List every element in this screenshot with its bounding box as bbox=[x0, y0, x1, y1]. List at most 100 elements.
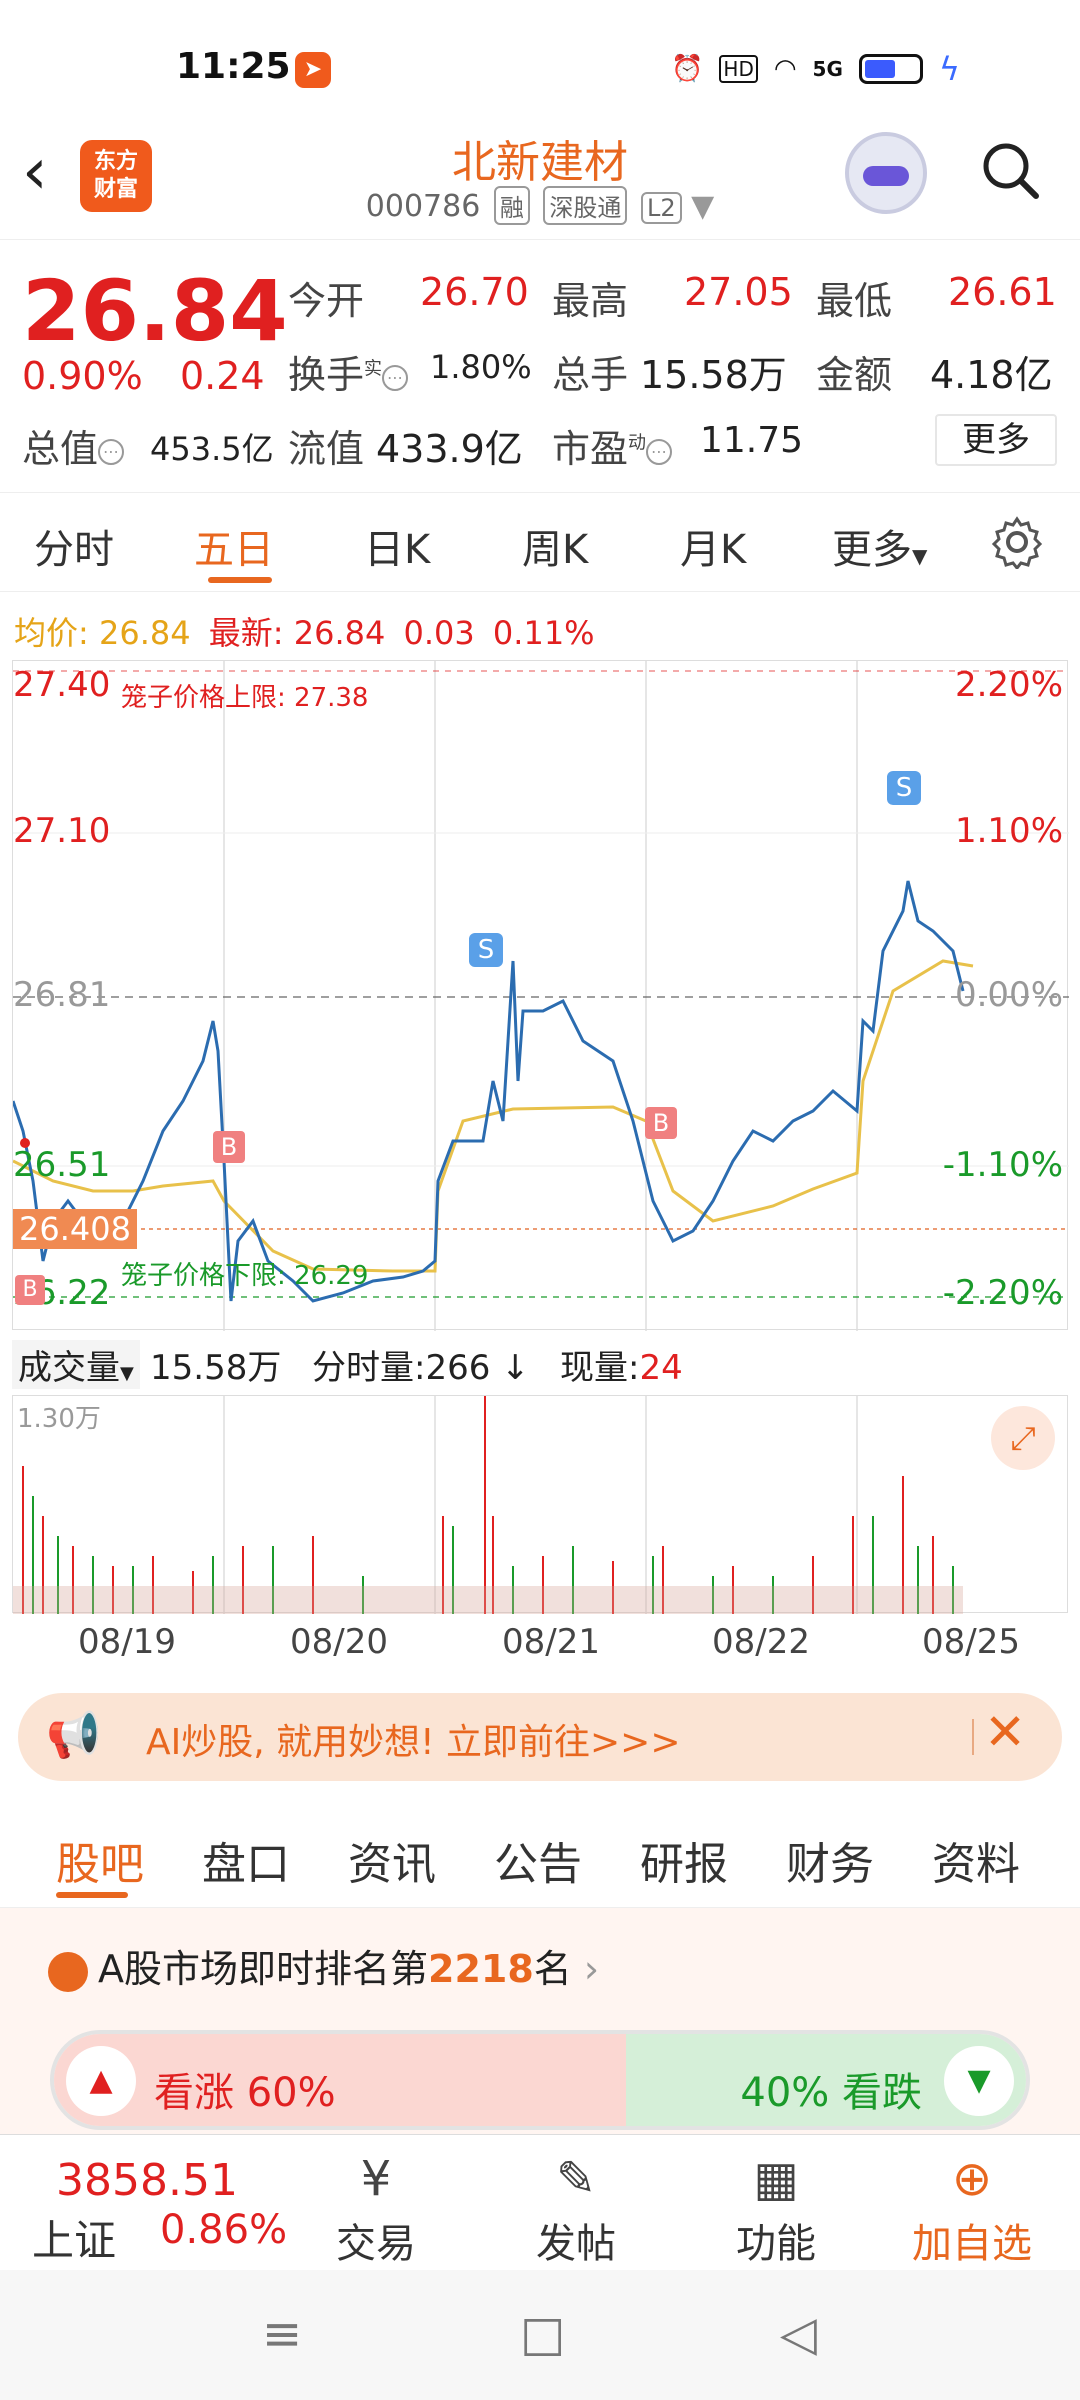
index-pct: 0.86% bbox=[160, 2207, 288, 2253]
tab-finance[interactable]: 财务 bbox=[786, 1828, 874, 1892]
open-label: 今开 bbox=[288, 279, 365, 323]
y-pct-high: 2.20% bbox=[954, 665, 1063, 705]
high-value: 27.05 bbox=[684, 270, 793, 314]
arrow-up-icon[interactable]: ▲ bbox=[66, 2046, 136, 2116]
info-icon[interactable]: ⋯ bbox=[98, 438, 125, 465]
amount-label: 金额 bbox=[816, 353, 893, 397]
nav-add-watchlist[interactable]: ⊕ 加自选 bbox=[912, 2147, 1032, 2269]
ai-robot-avatar[interactable] bbox=[845, 132, 927, 214]
yen-circle-icon: ¥ bbox=[360, 2151, 392, 2207]
date-label: 08/19 bbox=[78, 1622, 176, 1662]
tab-research[interactable]: 研报 bbox=[640, 1828, 728, 1892]
bottom-nav: 3858.51 上证 0.86% ¥ 交易 ✎ 发帖 ▦ 功能 ⊕ 加自选 bbox=[0, 2134, 1080, 2270]
y-label-prev-close: 26.81 bbox=[13, 975, 111, 1015]
dropdown-triangle-icon: ▼ bbox=[912, 544, 928, 568]
nav-trade[interactable]: ¥ 交易 bbox=[316, 2147, 436, 2269]
tab-weekly-k[interactable]: 周K bbox=[522, 517, 588, 575]
date-label: 08/22 bbox=[712, 1622, 810, 1662]
back-icon[interactable]: ◁ bbox=[780, 2306, 817, 2362]
tab-profile[interactable]: 资料 bbox=[932, 1828, 1020, 1892]
volume-chart-svg bbox=[13, 1396, 963, 1614]
info-icon[interactable]: ⋯ bbox=[382, 364, 409, 391]
vote-up-label: 看涨 60% bbox=[154, 2070, 336, 2116]
date-label: 08/21 bbox=[502, 1622, 600, 1662]
dropdown-triangle-icon: ▼ bbox=[120, 1363, 134, 1384]
buy-marker[interactable]: B bbox=[15, 1275, 45, 1305]
hd-icon: HD bbox=[719, 55, 758, 83]
volume-header: 成交量▼ 15.58万 分时量:266 ↓ 现量:24 bbox=[12, 1340, 1068, 1390]
amount-value: 4.18亿 bbox=[930, 353, 1053, 397]
change-amount: 0.24 bbox=[180, 354, 265, 398]
tab-intraday[interactable]: 分时 bbox=[34, 517, 114, 575]
volume-value: 15.58万 bbox=[640, 353, 787, 397]
tab-pankou[interactable]: 盘口 bbox=[202, 1828, 290, 1892]
gear-icon[interactable] bbox=[990, 515, 1044, 569]
wifi-icon: ◠ bbox=[773, 54, 797, 84]
edit-icon: ✎ bbox=[555, 2151, 597, 2207]
stock-header: ‹ 东方 财富 北新建材 000786 融 深股通 L2 ▼ bbox=[0, 120, 1080, 240]
home-icon[interactable]: □ bbox=[520, 2306, 565, 2362]
active-tab-underline bbox=[208, 577, 272, 583]
tab-announcements[interactable]: 公告 bbox=[494, 1828, 582, 1892]
float-label: 流值 bbox=[288, 427, 365, 471]
more-button[interactable]: 更多 bbox=[935, 414, 1057, 466]
y-label-mid-low: 26.51 bbox=[13, 1145, 111, 1185]
expand-icon[interactable]: ⤢ bbox=[991, 1406, 1055, 1470]
current-price: 26.84 bbox=[22, 262, 288, 360]
current-volume: 现量:24 bbox=[560, 1348, 683, 1388]
market-rank[interactable]: A股市场即时排名第2218名 › bbox=[48, 1938, 599, 1993]
volume-total: 15.58万 bbox=[150, 1348, 282, 1388]
menu-icon[interactable]: ≡ bbox=[262, 2306, 302, 2362]
status-bar: 11:25 ➤ ⏰ HD ◠ 5G ϟ bbox=[0, 0, 1080, 120]
latest-pct: 0.11% bbox=[492, 614, 595, 652]
float-value: 433.9亿 bbox=[376, 427, 523, 471]
telegram-icon: ➤ bbox=[295, 52, 331, 88]
buy-marker[interactable]: B bbox=[213, 1131, 245, 1163]
tab-monthly-k[interactable]: 月K bbox=[680, 517, 746, 575]
latest-change: 0.03 bbox=[403, 614, 475, 652]
volume-chart[interactable]: 1.30万 ⤢ bbox=[12, 1395, 1068, 1614]
tab-news[interactable]: 资讯 bbox=[348, 1828, 436, 1892]
date-label: 08/25 bbox=[922, 1622, 1020, 1662]
search-icon[interactable] bbox=[980, 140, 1040, 200]
ai-promo-banner[interactable]: 📢 AI炒股, 就用妙想! 立即前往>>> ✕ bbox=[18, 1693, 1062, 1781]
signal-icon: 5G bbox=[812, 57, 843, 81]
y-pct-mid-high: 1.10% bbox=[954, 811, 1063, 851]
sell-marker[interactable]: S bbox=[887, 771, 921, 805]
five-day-price-chart[interactable]: 27.40 27.10 26.81 26.51 26.22 2.20% 1.10… bbox=[11, 660, 1069, 1331]
crosshair-price-tag: 26.408 bbox=[13, 1209, 137, 1249]
status-icons: ⏰ HD ◠ 5G ϟ bbox=[671, 50, 960, 88]
close-icon[interactable]: ✕ bbox=[984, 1703, 1026, 1761]
cage-lower-label: 笼子价格下限: 26.29 bbox=[121, 1261, 369, 1291]
pe-value: 11.75 bbox=[700, 420, 804, 461]
nav-post[interactable]: ✎ 发帖 bbox=[516, 2147, 636, 2269]
nav-functions[interactable]: ▦ 功能 bbox=[716, 2147, 836, 2269]
status-time: 11:25 bbox=[176, 46, 291, 87]
low-label: 最低 bbox=[816, 279, 893, 323]
content-tabs: 股吧 盘口 资讯 公告 研报 财务 资料 bbox=[0, 1800, 1080, 1908]
arrow-down-icon[interactable]: ▼ bbox=[944, 2046, 1014, 2116]
megaphone-icon: 📢 bbox=[46, 1710, 101, 1761]
tab-daily-k[interactable]: 日K bbox=[364, 517, 430, 575]
vote-up-area[interactable] bbox=[54, 2034, 644, 2126]
tab-five-day[interactable]: 五日 bbox=[194, 517, 274, 575]
tab-guba[interactable]: 股吧 bbox=[56, 1828, 144, 1892]
cage-upper-label: 笼子价格上限: 27.38 bbox=[121, 683, 369, 713]
avg-value: 26.84 bbox=[98, 614, 191, 652]
mcap-label: 总值 ⋯ bbox=[22, 418, 125, 473]
sell-marker[interactable]: S bbox=[469, 933, 503, 967]
y-pct-low: -2.20% bbox=[942, 1273, 1063, 1313]
grid-icon: ▦ bbox=[753, 2151, 799, 2207]
tag-connect: 深股通 bbox=[543, 186, 628, 225]
buy-marker[interactable]: B bbox=[645, 1107, 677, 1139]
turnover-value: 1.80% bbox=[430, 348, 532, 386]
active-tab-underline bbox=[56, 1892, 128, 1898]
tab-more[interactable]: 更多▼ bbox=[832, 517, 927, 575]
pe-label: 市盈动 ⋯ bbox=[552, 418, 673, 473]
index-value: 3858.51 bbox=[56, 2155, 238, 2206]
volume-indicator-dropdown[interactable]: 成交量▼ bbox=[12, 1340, 140, 1389]
alarm-icon: ⏰ bbox=[671, 54, 704, 84]
stock-code: 000786 bbox=[365, 189, 481, 224]
high-label: 最高 bbox=[552, 279, 629, 323]
info-icon[interactable]: ⋯ bbox=[646, 438, 673, 465]
